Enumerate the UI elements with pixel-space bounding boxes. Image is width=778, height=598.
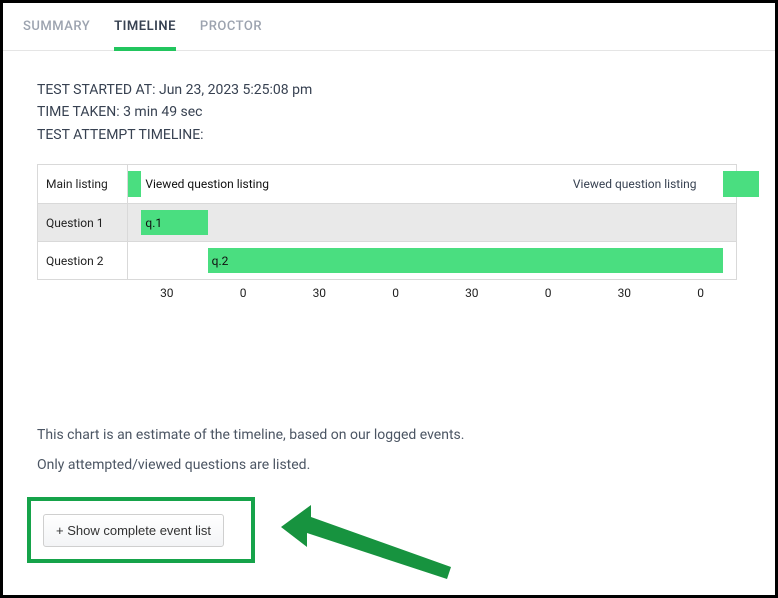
- timeline-row-label: Main listing: [38, 165, 128, 203]
- tab-timeline[interactable]: TIMELINE: [114, 19, 176, 50]
- note-attempted: Only attempted/viewed questions are list…: [37, 457, 464, 473]
- meta-started-label: TEST STARTED AT:: [37, 82, 155, 98]
- timeline-row-track: q.2: [128, 242, 736, 279]
- timeline-row-track: Viewed question listing Viewed question …: [128, 165, 736, 203]
- tab-bar: SUMMARY TIMELINE PROCTOR: [3, 3, 775, 51]
- timeline-bar: q.1: [141, 210, 207, 235]
- meta-started: TEST STARTED AT: Jun 23, 2023 5:25:08 pm: [37, 79, 741, 101]
- note-estimate: This chart is an estimate of the timelin…: [37, 427, 464, 443]
- timeline-bar: [723, 171, 759, 197]
- show-event-list-button[interactable]: + Show complete event list: [43, 514, 224, 547]
- timeline-bar-label: Viewed question listing: [141, 177, 269, 191]
- timeline-row-label: Question 1: [38, 204, 128, 241]
- window-frame: SUMMARY TIMELINE PROCTOR TEST STARTED AT…: [0, 0, 778, 598]
- timeline-bar-label: Viewed question listing: [573, 177, 697, 191]
- axis-tick: 0: [697, 286, 704, 300]
- axis-tick: 0: [240, 286, 247, 300]
- tab-proctor[interactable]: PROCTOR: [200, 19, 262, 50]
- axis-tick: 30: [160, 286, 174, 300]
- highlight-box: + Show complete event list: [27, 497, 255, 563]
- timeline-bar-label: q.2: [212, 254, 229, 268]
- meta-time-taken: TIME TAKEN: 3 min 49 sec: [37, 101, 741, 123]
- timeline-row-label: Question 2: [38, 242, 128, 279]
- arrow-annotation-icon: [271, 497, 471, 587]
- timeline-chart: Main listing Viewed question listing Vie…: [37, 164, 737, 280]
- timeline-axis: 30 0 30 0 30 0 30 0: [37, 280, 737, 300]
- axis-tick: 30: [465, 286, 479, 300]
- timeline-row-track: q.1: [128, 204, 736, 241]
- meta-time-taken-label: TIME TAKEN:: [37, 104, 120, 120]
- content-area: TEST STARTED AT: Jun 23, 2023 5:25:08 pm…: [3, 51, 775, 320]
- timeline-row-question-2: Question 2 q.2: [38, 241, 736, 279]
- timeline-row-question-1: Question 1 q.1: [38, 203, 736, 241]
- tab-summary[interactable]: SUMMARY: [23, 19, 90, 50]
- axis-tick: 0: [392, 286, 399, 300]
- meta-time-taken-value: 3 min 49 sec: [123, 104, 202, 120]
- notes-section: This chart is an estimate of the timelin…: [3, 427, 498, 487]
- axis-tick: 0: [545, 286, 552, 300]
- timeline-bar-label: q.1: [145, 216, 162, 230]
- meta-started-value: Jun 23, 2023 5:25:08 pm: [159, 82, 312, 98]
- axis-tick: 30: [313, 286, 327, 300]
- timeline-row-main-listing: Main listing Viewed question listing Vie…: [38, 165, 736, 203]
- timeline-bar: q.2: [208, 248, 723, 273]
- timeline-bar: Viewed question listing: [128, 171, 141, 197]
- axis-tick: 30: [618, 286, 632, 300]
- meta-attempt-label: TEST ATTEMPT TIMELINE:: [37, 124, 741, 146]
